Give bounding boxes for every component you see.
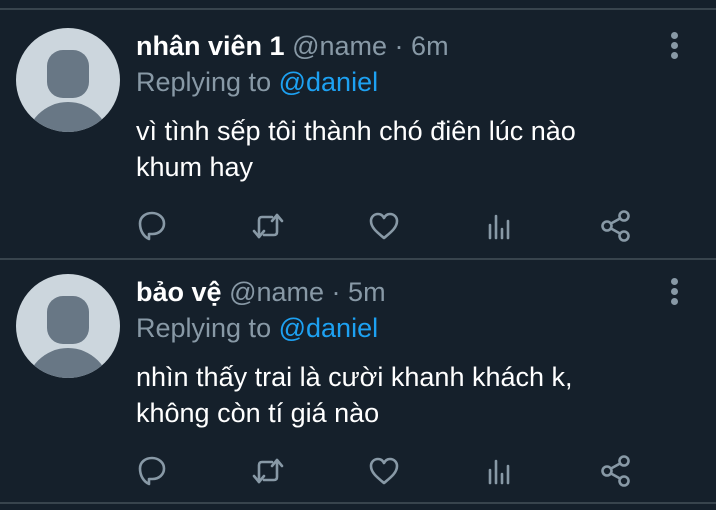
replying-prefix: Replying to — [136, 313, 272, 343]
more-icon — [671, 278, 678, 285]
reply-icon — [138, 456, 166, 486]
separator-dot: · — [394, 31, 404, 61]
tweet-text-line: nhìn thấy trai là cười khanh khách k, — [136, 362, 573, 392]
share-button[interactable] — [598, 208, 634, 244]
more-options-button[interactable] — [666, 32, 684, 62]
avatar[interactable] — [16, 28, 120, 132]
tweet-header: bảo vệ @name · 5m — [136, 276, 386, 308]
avatar-head — [47, 296, 89, 344]
tweet-actions — [136, 208, 636, 244]
tweet-text-line: khum hay — [136, 152, 254, 182]
avatar-shoulders — [26, 102, 110, 132]
share-icon — [601, 455, 630, 487]
more-icon-dot — [671, 42, 678, 49]
tweet[interactable]: bảo vệ @name · 5m Replying to @daniel nh… — [0, 260, 716, 500]
like-button[interactable] — [366, 208, 402, 244]
analytics-icon — [488, 214, 510, 240]
retweet-button[interactable] — [250, 453, 286, 489]
reply-button[interactable] — [134, 453, 170, 489]
share-icon — [601, 210, 630, 242]
avatar[interactable] — [16, 274, 120, 378]
more-icon-dot — [671, 52, 678, 59]
reply-button[interactable] — [134, 208, 170, 244]
replying-to: Replying to @daniel — [136, 66, 378, 98]
more-icon — [671, 32, 678, 39]
display-name[interactable]: nhân viên 1 — [136, 31, 285, 61]
reply-target-link[interactable]: @daniel — [279, 313, 378, 343]
retweet-button[interactable] — [250, 208, 286, 244]
analytics-button[interactable] — [482, 453, 518, 489]
timeline-feed: nhân viên 1 @name · 6m Replying to @dani… — [0, 0, 716, 510]
analytics-button[interactable] — [482, 208, 518, 244]
user-handle[interactable]: @name — [292, 31, 387, 61]
tweet-text-line: không còn tí giá nào — [136, 398, 380, 428]
tweet-text: nhìn thấy trai là cười khanh khách k, kh… — [136, 359, 676, 431]
bottom-divider — [0, 502, 716, 504]
tweet-header: nhân viên 1 @name · 6m — [136, 30, 449, 62]
like-icon — [369, 212, 399, 240]
avatar-shoulders — [26, 348, 110, 378]
replying-to: Replying to @daniel — [136, 312, 378, 344]
more-options-button[interactable] — [666, 278, 684, 308]
user-handle[interactable]: @name — [229, 277, 324, 307]
separator-dot: · — [331, 277, 341, 307]
like-button[interactable] — [366, 453, 402, 489]
tweet[interactable]: nhân viên 1 @name · 6m Replying to @dani… — [0, 10, 716, 258]
tweet-text-line: vì tình sếp tôi thành chó điên lúc nào — [136, 116, 576, 146]
like-icon — [369, 457, 399, 485]
retweet-icon — [252, 458, 284, 484]
timestamp[interactable]: 5m — [348, 277, 386, 307]
tweet-text: vì tình sếp tôi thành chó điên lúc nào k… — [136, 113, 676, 185]
retweet-icon — [252, 213, 284, 239]
avatar-head — [47, 50, 89, 98]
replying-prefix: Replying to — [136, 67, 272, 97]
reply-target-link[interactable]: @daniel — [279, 67, 378, 97]
share-button[interactable] — [598, 453, 634, 489]
tweet-actions — [136, 453, 636, 489]
more-icon-dot — [671, 288, 678, 295]
display-name[interactable]: bảo vệ — [136, 277, 222, 307]
timestamp[interactable]: 6m — [411, 31, 449, 61]
reply-icon — [138, 211, 166, 241]
analytics-icon — [488, 459, 510, 485]
more-icon-dot — [671, 298, 678, 305]
